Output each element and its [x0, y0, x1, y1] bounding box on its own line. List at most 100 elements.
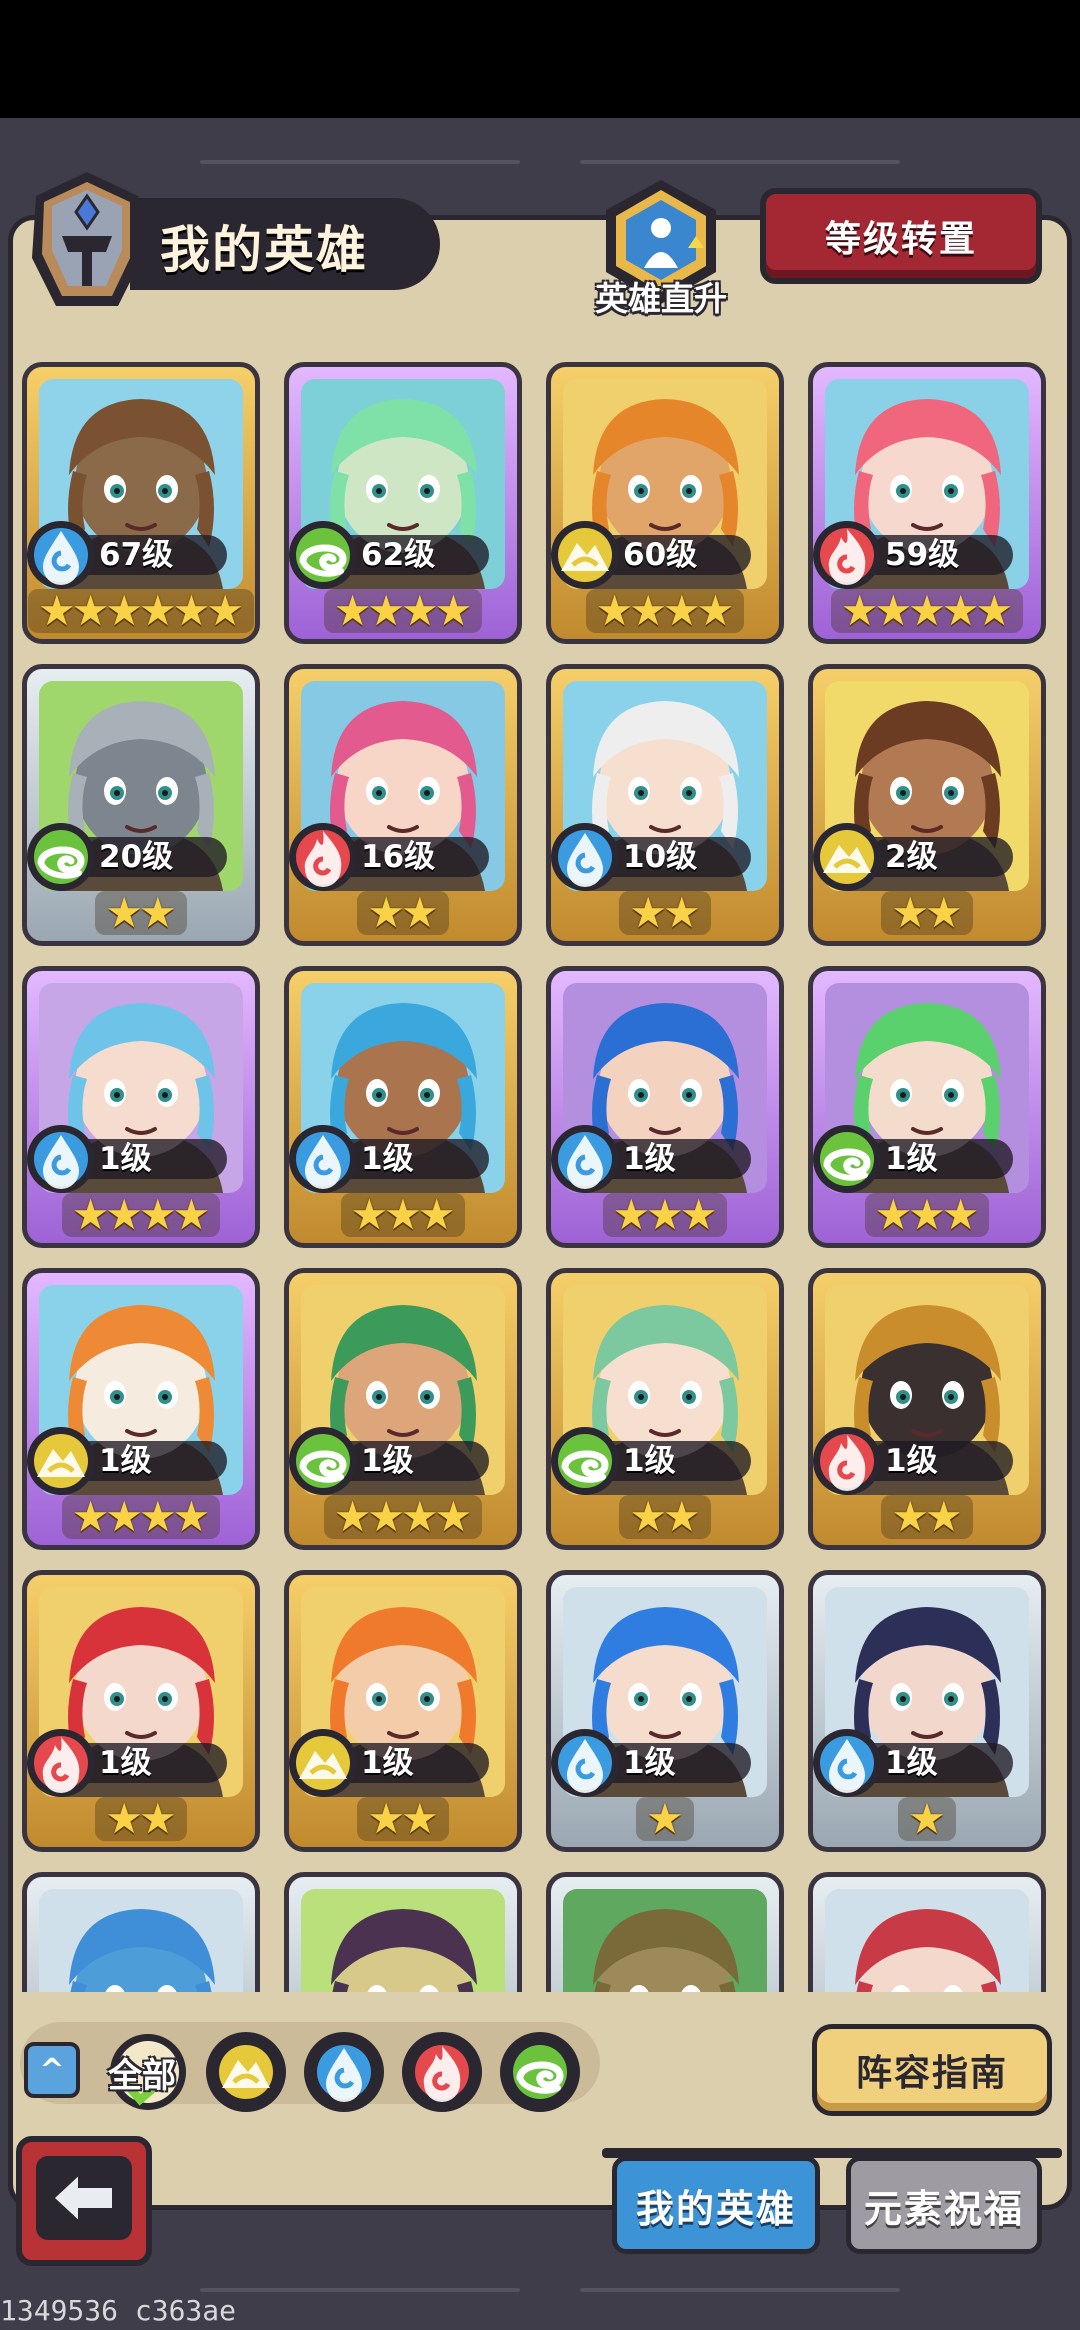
star-rating: ★ ★ ★	[813, 1193, 1041, 1243]
hero-level: 1级	[99, 1443, 152, 1479]
star-icon: ★	[663, 586, 701, 635]
star-rating: ★ ★ ★ ★	[551, 589, 779, 639]
star-rating: ★ ★ ★	[551, 1193, 779, 1243]
star-icon: ★	[350, 1190, 389, 1239]
star-icon: ★	[595, 586, 634, 635]
hero-level: 1级	[99, 1141, 152, 1177]
hero-level: 1级	[99, 1745, 152, 1781]
hero-card[interactable]	[284, 1872, 522, 1992]
earth-element-icon	[27, 1423, 99, 1499]
star-icon: ★	[333, 586, 372, 635]
filter-wind-icon[interactable]	[498, 2030, 582, 2114]
star-rating: ★ ★	[27, 891, 255, 941]
hero-card[interactable]: 20级 ★ ★	[22, 664, 260, 946]
hero-card[interactable]: 1级 ★ ★	[808, 1268, 1046, 1550]
earth-element-icon	[813, 819, 885, 895]
star-icon: ★	[891, 888, 929, 937]
star-icon: ★	[367, 1794, 405, 1843]
decorative-line	[580, 2288, 900, 2292]
hero-card[interactable]: 16级 ★ ★	[284, 664, 522, 946]
hero-level: 1级	[623, 1443, 676, 1479]
star-rating: ★ ★	[289, 1797, 517, 1847]
back-button[interactable]	[16, 2136, 152, 2266]
filter-earth-icon[interactable]	[204, 2030, 288, 2114]
star-rating: ★ ★ ★ ★	[289, 1495, 517, 1545]
tab-element-blessing[interactable]: 元素祝福	[846, 2156, 1042, 2254]
hero-card[interactable]: 1级 ★	[546, 1570, 784, 1852]
fire-element-icon	[27, 1725, 99, 1801]
hero-level: 1级	[885, 1745, 938, 1781]
hero-direct-upgrade-label: 英雄直升	[595, 279, 727, 318]
earth-element-icon	[551, 517, 623, 593]
hero-portrait	[563, 1889, 767, 1992]
star-icon: ★	[384, 1190, 422, 1239]
star-icon: ★	[71, 1190, 110, 1239]
hero-portrait	[39, 1889, 243, 1992]
hero-card[interactable]: 1级 ★ ★ ★ ★	[284, 1268, 522, 1550]
star-icon: ★	[105, 1190, 143, 1239]
star-icon: ★	[206, 586, 244, 635]
hero-card[interactable]: 60级 ★ ★ ★ ★	[546, 362, 784, 644]
star-icon: ★	[367, 1492, 405, 1541]
star-icon: ★	[139, 888, 177, 937]
star-icon: ★	[646, 1190, 684, 1239]
hero-card[interactable]: 67级 ★ ★ ★ ★ ★ ★	[22, 362, 260, 644]
star-rating: ★ ★ ★ ★	[27, 1495, 255, 1545]
star-icon: ★	[105, 1492, 143, 1541]
hero-card[interactable]: 1级 ★ ★ ★ ★	[22, 966, 260, 1248]
hero-card[interactable]: 1级 ★ ★	[22, 1570, 260, 1852]
tab-my-heroes[interactable]: 我的英雄	[612, 2156, 820, 2254]
star-icon: ★	[401, 1492, 439, 1541]
wind-element-icon	[289, 1423, 361, 1499]
hero-card[interactable]: 1级 ★ ★	[284, 1570, 522, 1852]
filter-fire-icon[interactable]	[400, 2030, 484, 2114]
star-icon: ★	[367, 888, 405, 937]
lineup-guide-button[interactable]: 阵容指南	[812, 2024, 1052, 2116]
star-icon: ★	[367, 586, 405, 635]
hero-card[interactable]: 1级 ★ ★ ★	[284, 966, 522, 1248]
star-icon: ★	[139, 586, 177, 635]
hero-card[interactable]: 62级 ★ ★ ★ ★	[284, 362, 522, 644]
star-icon: ★	[105, 1794, 143, 1843]
star-icon: ★	[891, 1492, 929, 1541]
fire-element-icon	[813, 517, 885, 593]
hero-card[interactable]: 1级 ★ ★ ★	[808, 966, 1046, 1248]
decorative-line	[580, 160, 900, 164]
hero-card[interactable]: 1级 ★ ★ ★ ★	[22, 1268, 260, 1550]
star-icon: ★	[401, 888, 439, 937]
hero-card[interactable]	[546, 1872, 784, 1992]
decorative-line	[200, 2288, 520, 2292]
hero-level: 1级	[623, 1141, 676, 1177]
star-rating: ★	[813, 1797, 1041, 1847]
hero-card[interactable]	[22, 1872, 260, 1992]
water-element-icon	[551, 819, 623, 895]
hero-card[interactable]	[808, 1872, 1046, 1992]
hero-card[interactable]: 1级 ★	[808, 1570, 1046, 1852]
collapse-filter-button[interactable]: ^	[24, 2042, 80, 2098]
back-arrow-icon	[36, 2156, 132, 2240]
hero-portrait	[825, 1889, 1029, 1992]
star-icon: ★	[663, 1492, 701, 1541]
star-icon: ★	[629, 888, 667, 937]
star-icon: ★	[612, 1190, 651, 1239]
star-rating: ★ ★	[551, 1495, 779, 1545]
star-rating: ★ ★ ★ ★ ★ ★	[27, 589, 255, 639]
hero-card[interactable]: 59级 ★ ★ ★ ★ ★	[808, 362, 1046, 644]
level-transfer-button[interactable]: 等级转置	[760, 188, 1042, 284]
filter-water-icon[interactable]	[302, 2030, 386, 2114]
water-element-icon	[551, 1725, 623, 1801]
hero-card[interactable]: 10级 ★ ★	[546, 664, 784, 946]
star-icon: ★	[925, 888, 963, 937]
hero-level: 2级	[885, 839, 938, 875]
star-rating: ★ ★	[27, 1797, 255, 1847]
star-icon: ★	[333, 1492, 372, 1541]
star-rating: ★ ★	[551, 891, 779, 941]
star-icon: ★	[38, 586, 76, 635]
wind-element-icon	[27, 819, 99, 895]
hero-card[interactable]: 2级 ★ ★	[808, 664, 1046, 946]
hero-level: 1级	[361, 1745, 414, 1781]
star-icon: ★	[941, 586, 980, 635]
hero-card[interactable]: 1级 ★ ★ ★	[546, 966, 784, 1248]
hero-card[interactable]: 1级 ★ ★	[546, 1268, 784, 1550]
fire-element-icon	[289, 819, 361, 895]
